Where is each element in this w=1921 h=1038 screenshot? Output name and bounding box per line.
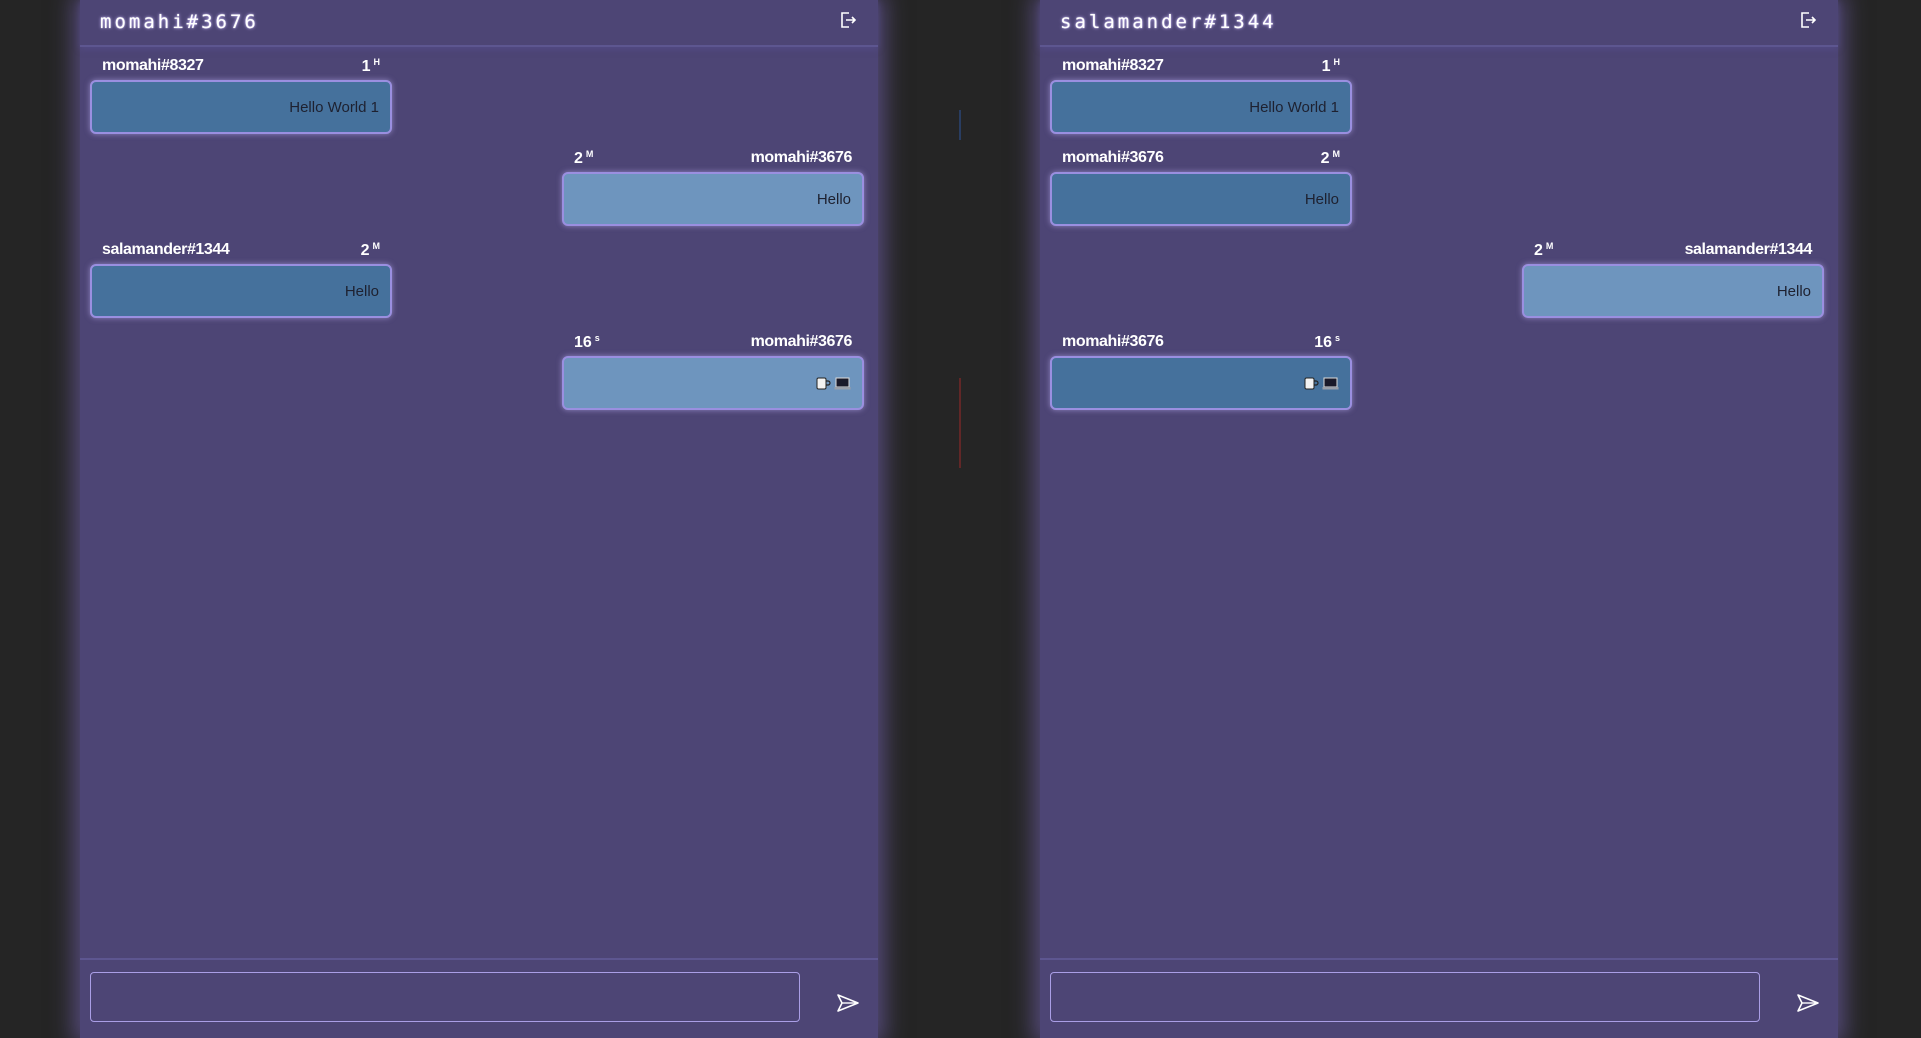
emoji-row bbox=[1304, 376, 1339, 390]
laptop-icon bbox=[834, 377, 851, 389]
message-time: 2M bbox=[1534, 241, 1554, 259]
mug-icon bbox=[1304, 377, 1319, 390]
message-item: momahi#3676 16 s bbox=[1050, 327, 1352, 411]
message-item: 2M salamander#1344 Hello bbox=[1522, 235, 1824, 319]
message-bubble: Hello bbox=[562, 172, 864, 226]
window-seam bbox=[959, 110, 961, 140]
message-time: 16 s bbox=[574, 333, 600, 351]
message-author: momahi#3676 bbox=[1062, 149, 1164, 166]
message-list: momahi#8327 1H Hello World 1 2M momahi#3… bbox=[80, 45, 878, 960]
chat-panel-right: salamander#1344 momahi#8327 1H Hello Wor… bbox=[1040, 0, 1838, 1038]
message-bubble: Hello bbox=[1522, 264, 1824, 318]
message-bubble bbox=[1050, 356, 1352, 410]
logout-icon[interactable] bbox=[838, 10, 858, 30]
message-time: 2M bbox=[1320, 149, 1340, 167]
message-input[interactable] bbox=[1050, 972, 1760, 1022]
message-time: 2M bbox=[360, 241, 380, 259]
message-bubble bbox=[562, 356, 864, 410]
mug-icon bbox=[816, 377, 831, 390]
message-time: 1H bbox=[361, 57, 380, 75]
chat-header: momahi#3676 bbox=[80, 0, 878, 47]
message-time: 2M bbox=[574, 149, 594, 167]
window-seam bbox=[959, 378, 961, 468]
username-title: momahi#3676 bbox=[100, 11, 259, 33]
message-bubble: Hello bbox=[1050, 172, 1352, 226]
send-icon[interactable] bbox=[836, 992, 860, 1014]
composer bbox=[80, 958, 878, 1038]
emoji-row bbox=[816, 376, 851, 390]
message-item: 2M momahi#3676 Hello bbox=[562, 143, 864, 227]
logout-icon[interactable] bbox=[1798, 10, 1818, 30]
message-bubble: Hello World 1 bbox=[1050, 80, 1352, 134]
message-item: momahi#3676 2M Hello bbox=[1050, 143, 1352, 227]
message-author: momahi#3676 bbox=[1062, 333, 1164, 350]
send-icon[interactable] bbox=[1796, 992, 1820, 1014]
username-title: salamander#1344 bbox=[1060, 11, 1277, 33]
chat-header: salamander#1344 bbox=[1040, 0, 1838, 47]
message-list: momahi#8327 1H Hello World 1 momahi#3676… bbox=[1040, 45, 1838, 960]
message-item: salamander#1344 2M Hello bbox=[90, 235, 392, 319]
message-item: momahi#8327 1H Hello World 1 bbox=[1050, 51, 1352, 135]
chat-panel-left: momahi#3676 momahi#8327 1H Hello World 1… bbox=[80, 0, 878, 1038]
composer bbox=[1040, 958, 1838, 1038]
message-author: salamander#1344 bbox=[1684, 241, 1813, 258]
message-bubble: Hello bbox=[90, 264, 392, 318]
message-bubble: Hello World 1 bbox=[90, 80, 392, 134]
message-time: 16 s bbox=[1314, 333, 1340, 351]
message-author: momahi#8327 bbox=[1062, 57, 1164, 74]
message-input[interactable] bbox=[90, 972, 800, 1022]
message-item: 16 s momahi#3676 bbox=[562, 327, 864, 411]
laptop-icon bbox=[1322, 377, 1339, 389]
message-item: momahi#8327 1H Hello World 1 bbox=[90, 51, 392, 135]
message-author: momahi#8327 bbox=[102, 57, 204, 74]
message-time: 1H bbox=[1321, 57, 1340, 75]
message-author: momahi#3676 bbox=[750, 333, 853, 350]
message-author: momahi#3676 bbox=[750, 149, 853, 166]
message-author: salamander#1344 bbox=[102, 241, 230, 258]
